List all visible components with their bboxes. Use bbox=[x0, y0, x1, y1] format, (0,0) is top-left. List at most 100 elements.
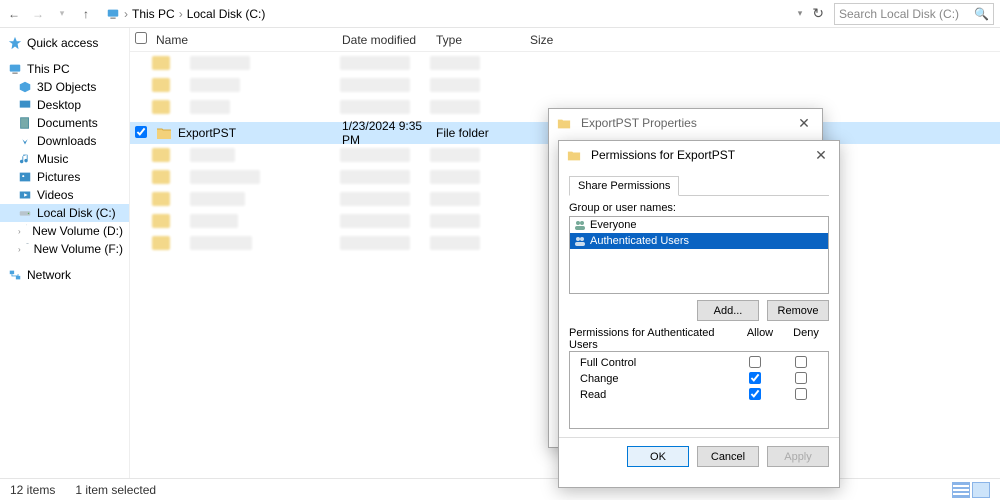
column-name[interactable]: Name bbox=[152, 33, 342, 47]
group-label: Group or user names: bbox=[569, 202, 829, 214]
music-icon bbox=[18, 152, 32, 166]
deny-full-checkbox[interactable] bbox=[795, 356, 807, 368]
listbox-item-everyone[interactable]: Everyone bbox=[570, 217, 828, 233]
network-icon bbox=[8, 268, 22, 282]
view-large-button[interactable] bbox=[972, 482, 990, 498]
documents-icon bbox=[18, 116, 32, 130]
sidebar-item-videos[interactable]: Videos bbox=[0, 186, 129, 204]
sidebar-item-3dobjects[interactable]: 3D Objects bbox=[0, 78, 129, 96]
ok-button[interactable]: OK bbox=[627, 446, 689, 467]
close-button[interactable]: ✕ bbox=[794, 115, 814, 132]
permissions-dialog: Permissions for ExportPST ✕ Share Permis… bbox=[558, 140, 840, 488]
remove-button[interactable]: Remove bbox=[767, 300, 829, 321]
address-bar: ← → ▾ ↑ › This PC › Local Disk (C:) ▾ ↻ … bbox=[0, 0, 1000, 28]
sidebar-item-quickaccess[interactable]: Quick access bbox=[0, 34, 129, 52]
column-type[interactable]: Type bbox=[436, 33, 530, 47]
perm-name: Change bbox=[574, 373, 732, 385]
tab-share-permissions[interactable]: Share Permissions bbox=[569, 176, 679, 196]
breadcrumb-localc[interactable]: Local Disk (C:) bbox=[187, 7, 266, 21]
allow-read-checkbox[interactable] bbox=[749, 388, 761, 400]
perm-name: Full Control bbox=[574, 357, 732, 369]
recent-dropdown[interactable]: ▾ bbox=[54, 6, 70, 22]
list-item[interactable] bbox=[152, 78, 1000, 96]
column-date[interactable]: Date modified bbox=[342, 33, 436, 47]
allow-full-checkbox[interactable] bbox=[749, 356, 761, 368]
sidebar-item-label: Network bbox=[27, 268, 71, 282]
column-size[interactable]: Size bbox=[530, 33, 590, 47]
search-placeholder: Search Local Disk (C:) bbox=[839, 7, 974, 21]
sidebar-item-label: Local Disk (C:) bbox=[37, 206, 116, 220]
pictures-icon bbox=[18, 170, 32, 184]
deny-read-checkbox[interactable] bbox=[795, 388, 807, 400]
users-icon bbox=[574, 235, 586, 247]
sidebar-item-downloads[interactable]: Downloads bbox=[0, 132, 129, 150]
add-button[interactable]: Add... bbox=[697, 300, 759, 321]
dialog-titlebar[interactable]: Permissions for ExportPST ✕ bbox=[559, 141, 839, 169]
apply-button[interactable]: Apply bbox=[767, 446, 829, 467]
sidebar-item-label: Pictures bbox=[37, 170, 80, 184]
permissions-for-label: Permissions for Authenticated Users bbox=[569, 327, 737, 351]
refresh-button[interactable]: ↻ bbox=[812, 5, 824, 22]
back-button[interactable]: ← bbox=[6, 6, 22, 22]
chevron-right-icon: › bbox=[18, 245, 21, 254]
search-input[interactable]: Search Local Disk (C:) 🔍 bbox=[834, 3, 994, 25]
sidebar-item-desktop[interactable]: Desktop bbox=[0, 96, 129, 114]
close-button[interactable]: ✕ bbox=[811, 147, 831, 164]
view-details-button[interactable] bbox=[952, 482, 970, 498]
sidebar-item-label: Quick access bbox=[27, 36, 98, 50]
perm-row-read: Read bbox=[570, 387, 828, 403]
deny-change-checkbox[interactable] bbox=[795, 372, 807, 384]
folder-icon bbox=[156, 126, 172, 140]
perm-row-change: Change bbox=[570, 371, 828, 387]
select-all-checkbox[interactable] bbox=[135, 32, 147, 44]
dropdown-icon[interactable]: ▾ bbox=[798, 8, 803, 19]
tabstrip: Share Permissions bbox=[569, 175, 829, 196]
cube-icon bbox=[18, 80, 32, 94]
chevron-right-icon: › bbox=[18, 227, 21, 236]
chevron-right-icon: › bbox=[124, 7, 128, 21]
deny-header: Deny bbox=[783, 327, 829, 351]
up-button[interactable]: ↑ bbox=[78, 6, 94, 22]
folder-icon bbox=[557, 117, 571, 129]
sidebar-item-label: This PC bbox=[27, 62, 70, 76]
sidebar-item-label: New Volume (F:) bbox=[34, 242, 123, 256]
listbox-item-authenticated[interactable]: Authenticated Users bbox=[570, 233, 828, 249]
sidebar-item-documents[interactable]: Documents bbox=[0, 114, 129, 132]
drive-icon bbox=[26, 224, 28, 238]
breadcrumb-thispc[interactable]: This PC bbox=[132, 7, 175, 21]
allow-change-checkbox[interactable] bbox=[749, 372, 761, 384]
dialog-titlebar[interactable]: ExportPST Properties ✕ bbox=[549, 109, 822, 137]
dialog-title: ExportPST Properties bbox=[581, 116, 697, 130]
list-item[interactable] bbox=[152, 56, 1000, 74]
listbox-item-label: Everyone bbox=[590, 219, 636, 231]
sidebar-item-vold[interactable]: › New Volume (D:) bbox=[0, 222, 129, 240]
sidebar-item-label: Music bbox=[37, 152, 68, 166]
users-icon bbox=[574, 219, 586, 231]
folder-icon bbox=[567, 149, 581, 161]
status-selected: 1 item selected bbox=[75, 483, 156, 497]
sidebar-item-thispc[interactable]: This PC bbox=[0, 60, 129, 78]
forward-button[interactable]: → bbox=[30, 6, 46, 22]
sidebar-item-label: 3D Objects bbox=[37, 80, 96, 94]
row-date: 1/23/2024 9:35 PM bbox=[342, 119, 436, 147]
dialog-footer: OK Cancel Apply bbox=[559, 437, 839, 475]
sidebar-item-network[interactable]: Network bbox=[0, 266, 129, 284]
videos-icon bbox=[18, 188, 32, 202]
sidebar-item-volf[interactable]: › New Volume (F:) bbox=[0, 240, 129, 258]
column-headers[interactable]: Name Date modified Type Size bbox=[130, 28, 1000, 52]
sidebar-item-music[interactable]: Music bbox=[0, 150, 129, 168]
drive-icon bbox=[18, 206, 32, 220]
perm-row-full: Full Control bbox=[570, 355, 828, 371]
breadcrumb[interactable]: › This PC › Local Disk (C:) bbox=[102, 7, 790, 21]
sidebar-item-label: New Volume (D:) bbox=[32, 224, 123, 238]
row-checkbox[interactable] bbox=[135, 126, 147, 138]
desktop-icon bbox=[18, 98, 32, 112]
sidebar-item-pictures[interactable]: Pictures bbox=[0, 168, 129, 186]
status-item-count: 12 items bbox=[10, 483, 55, 497]
sidebar-item-localc[interactable]: Local Disk (C:) bbox=[0, 204, 129, 222]
cancel-button[interactable]: Cancel bbox=[697, 446, 759, 467]
sidebar-item-label: Documents bbox=[37, 116, 98, 130]
user-listbox[interactable]: Everyone Authenticated Users bbox=[569, 216, 829, 294]
allow-header: Allow bbox=[737, 327, 783, 351]
permissions-list: Full Control Change Read bbox=[569, 351, 829, 429]
